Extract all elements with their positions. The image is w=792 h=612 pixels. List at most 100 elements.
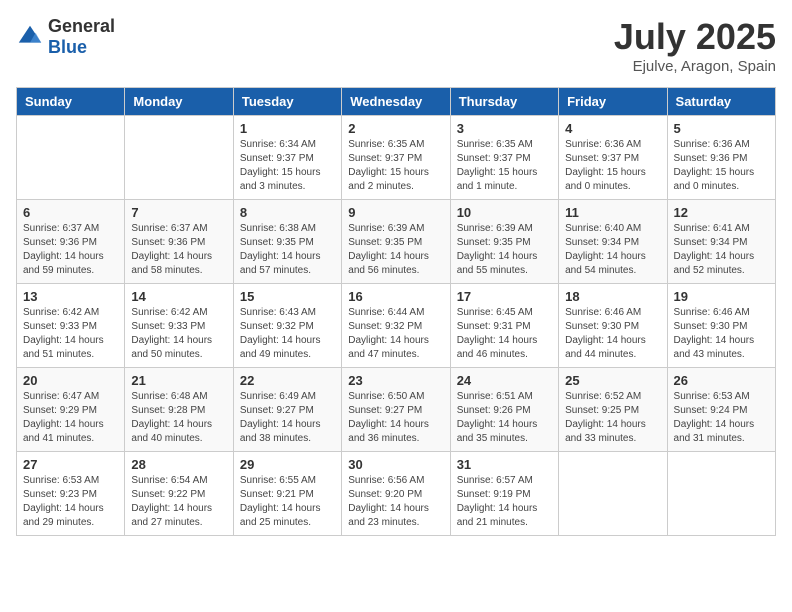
day-number: 9 <box>348 205 443 220</box>
day-number: 12 <box>674 205 769 220</box>
cell-content: Sunrise: 6:46 AM Sunset: 9:30 PM Dayligh… <box>674 306 769 362</box>
cell-content: Sunrise: 6:37 AM Sunset: 9:36 PM Dayligh… <box>23 222 118 278</box>
header-sunday: Sunday <box>17 88 125 116</box>
calendar-cell: 22 Sunrise: 6:49 AM Sunset: 9:27 PM Dayli… <box>233 368 341 452</box>
cell-content: Sunrise: 6:36 AM Sunset: 9:36 PM Dayligh… <box>674 138 769 194</box>
cell-content: Sunrise: 6:53 AM Sunset: 9:24 PM Dayligh… <box>674 390 769 446</box>
day-number: 6 <box>23 205 118 220</box>
calendar-cell: 2Sunrise: 6:35 AM Sunset: 9:37 PM Daylig… <box>342 116 450 200</box>
day-number: 25 <box>565 373 660 388</box>
header-thursday: Thursday <box>450 88 558 116</box>
day-number: 14 <box>131 289 226 304</box>
calendar-cell: 28 Sunrise: 6:54 AM Sunset: 9:22 PM Dayli… <box>125 452 233 536</box>
calendar-cell: 17 Sunrise: 6:45 AM Sunset: 9:31 PM Dayli… <box>450 284 558 368</box>
calendar-cell <box>17 116 125 200</box>
cell-content: Sunrise: 6:39 AM Sunset: 9:35 PM Dayligh… <box>348 222 443 278</box>
day-number: 29 <box>240 457 335 472</box>
day-number: 31 <box>457 457 552 472</box>
cell-content: Sunrise: 6:40 AM Sunset: 9:34 PM Dayligh… <box>565 222 660 278</box>
day-number: 23 <box>348 373 443 388</box>
cell-content: Sunrise: 6:37 AM Sunset: 9:36 PM Dayligh… <box>131 222 226 278</box>
calendar-header-row: SundayMondayTuesdayWednesdayThursdayFrid… <box>17 88 776 116</box>
calendar-cell: 5 Sunrise: 6:36 AM Sunset: 9:36 PM Daylig… <box>667 116 775 200</box>
day-number: 19 <box>674 289 769 304</box>
calendar-cell: 3Sunrise: 6:35 AM Sunset: 9:37 PM Daylig… <box>450 116 558 200</box>
calendar-cell: 6 Sunrise: 6:37 AM Sunset: 9:36 PM Daylig… <box>17 200 125 284</box>
calendar-cell: 15 Sunrise: 6:43 AM Sunset: 9:32 PM Dayli… <box>233 284 341 368</box>
logo-icon <box>16 23 44 51</box>
cell-content: Sunrise: 6:57 AM Sunset: 9:19 PM Dayligh… <box>457 474 552 530</box>
logo: General Blue <box>16 16 115 58</box>
calendar-week-1: 1Sunrise: 6:34 AM Sunset: 9:37 PM Daylig… <box>17 116 776 200</box>
day-number: 18 <box>565 289 660 304</box>
calendar-cell: 20 Sunrise: 6:47 AM Sunset: 9:29 PM Dayli… <box>17 368 125 452</box>
calendar-cell: 21 Sunrise: 6:48 AM Sunset: 9:28 PM Dayli… <box>125 368 233 452</box>
cell-content: Sunrise: 6:48 AM Sunset: 9:28 PM Dayligh… <box>131 390 226 446</box>
cell-content: Sunrise: 6:39 AM Sunset: 9:35 PM Dayligh… <box>457 222 552 278</box>
day-number: 2 <box>348 121 443 136</box>
calendar-table: SundayMondayTuesdayWednesdayThursdayFrid… <box>16 87 776 536</box>
calendar-cell <box>125 116 233 200</box>
cell-content: Sunrise: 6:54 AM Sunset: 9:22 PM Dayligh… <box>131 474 226 530</box>
cell-content: Sunrise: 6:47 AM Sunset: 9:29 PM Dayligh… <box>23 390 118 446</box>
calendar-cell: 25 Sunrise: 6:52 AM Sunset: 9:25 PM Dayli… <box>559 368 667 452</box>
logo-general: General <box>48 16 115 36</box>
header-monday: Monday <box>125 88 233 116</box>
day-number: 15 <box>240 289 335 304</box>
header-wednesday: Wednesday <box>342 88 450 116</box>
day-number: 5 <box>674 121 769 136</box>
day-number: 17 <box>457 289 552 304</box>
day-number: 27 <box>23 457 118 472</box>
calendar-cell: 1Sunrise: 6:34 AM Sunset: 9:37 PM Daylig… <box>233 116 341 200</box>
cell-content: Sunrise: 6:50 AM Sunset: 9:27 PM Dayligh… <box>348 390 443 446</box>
calendar-week-4: 20 Sunrise: 6:47 AM Sunset: 9:29 PM Dayli… <box>17 368 776 452</box>
cell-content: Sunrise: 6:34 AM Sunset: 9:37 PM Dayligh… <box>240 138 335 194</box>
calendar-week-3: 13 Sunrise: 6:42 AM Sunset: 9:33 PM Dayli… <box>17 284 776 368</box>
calendar-cell: 4 Sunrise: 6:36 AM Sunset: 9:37 PM Daylig… <box>559 116 667 200</box>
cell-content: Sunrise: 6:51 AM Sunset: 9:26 PM Dayligh… <box>457 390 552 446</box>
cell-content: Sunrise: 6:45 AM Sunset: 9:31 PM Dayligh… <box>457 306 552 362</box>
calendar-cell: 31 Sunrise: 6:57 AM Sunset: 9:19 PM Dayli… <box>450 452 558 536</box>
cell-content: Sunrise: 6:35 AM Sunset: 9:37 PM Dayligh… <box>457 138 552 194</box>
calendar-cell: 26Sunrise: 6:53 AM Sunset: 9:24 PM Dayli… <box>667 368 775 452</box>
calendar-cell: 24 Sunrise: 6:51 AM Sunset: 9:26 PM Dayli… <box>450 368 558 452</box>
calendar-cell: 23 Sunrise: 6:50 AM Sunset: 9:27 PM Dayli… <box>342 368 450 452</box>
page-header: General Blue July 2025 Ejulve, Aragon, S… <box>16 16 776 75</box>
calendar-cell <box>559 452 667 536</box>
logo-blue: Blue <box>48 37 87 57</box>
day-number: 4 <box>565 121 660 136</box>
day-number: 8 <box>240 205 335 220</box>
calendar-cell: 18 Sunrise: 6:46 AM Sunset: 9:30 PM Dayli… <box>559 284 667 368</box>
day-number: 21 <box>131 373 226 388</box>
cell-content: Sunrise: 6:46 AM Sunset: 9:30 PM Dayligh… <box>565 306 660 362</box>
calendar-cell: 9 Sunrise: 6:39 AM Sunset: 9:35 PM Daylig… <box>342 200 450 284</box>
cell-content: Sunrise: 6:52 AM Sunset: 9:25 PM Dayligh… <box>565 390 660 446</box>
cell-content: Sunrise: 6:55 AM Sunset: 9:21 PM Dayligh… <box>240 474 335 530</box>
calendar-cell: 8 Sunrise: 6:38 AM Sunset: 9:35 PM Daylig… <box>233 200 341 284</box>
calendar-week-5: 27Sunrise: 6:53 AM Sunset: 9:23 PM Dayli… <box>17 452 776 536</box>
day-number: 22 <box>240 373 335 388</box>
day-number: 28 <box>131 457 226 472</box>
day-number: 10 <box>457 205 552 220</box>
day-number: 24 <box>457 373 552 388</box>
cell-content: Sunrise: 6:42 AM Sunset: 9:33 PM Dayligh… <box>23 306 118 362</box>
day-number: 20 <box>23 373 118 388</box>
day-number: 13 <box>23 289 118 304</box>
title-block: July 2025 Ejulve, Aragon, Spain <box>614 16 776 75</box>
header-tuesday: Tuesday <box>233 88 341 116</box>
calendar-body: 1Sunrise: 6:34 AM Sunset: 9:37 PM Daylig… <box>17 116 776 536</box>
calendar-cell: 12 Sunrise: 6:41 AM Sunset: 9:34 PM Dayli… <box>667 200 775 284</box>
calendar-cell: 19 Sunrise: 6:46 AM Sunset: 9:30 PM Dayli… <box>667 284 775 368</box>
cell-content: Sunrise: 6:41 AM Sunset: 9:34 PM Dayligh… <box>674 222 769 278</box>
cell-content: Sunrise: 6:43 AM Sunset: 9:32 PM Dayligh… <box>240 306 335 362</box>
calendar-cell: 10 Sunrise: 6:39 AM Sunset: 9:35 PM Dayli… <box>450 200 558 284</box>
cell-content: Sunrise: 6:44 AM Sunset: 9:32 PM Dayligh… <box>348 306 443 362</box>
cell-content: Sunrise: 6:36 AM Sunset: 9:37 PM Dayligh… <box>565 138 660 194</box>
calendar-cell <box>667 452 775 536</box>
cell-content: Sunrise: 6:49 AM Sunset: 9:27 PM Dayligh… <box>240 390 335 446</box>
day-number: 11 <box>565 205 660 220</box>
calendar-cell: 30Sunrise: 6:56 AM Sunset: 9:20 PM Dayli… <box>342 452 450 536</box>
cell-content: Sunrise: 6:38 AM Sunset: 9:35 PM Dayligh… <box>240 222 335 278</box>
calendar-cell: 14Sunrise: 6:42 AM Sunset: 9:33 PM Dayli… <box>125 284 233 368</box>
calendar-cell: 7Sunrise: 6:37 AM Sunset: 9:36 PM Daylig… <box>125 200 233 284</box>
